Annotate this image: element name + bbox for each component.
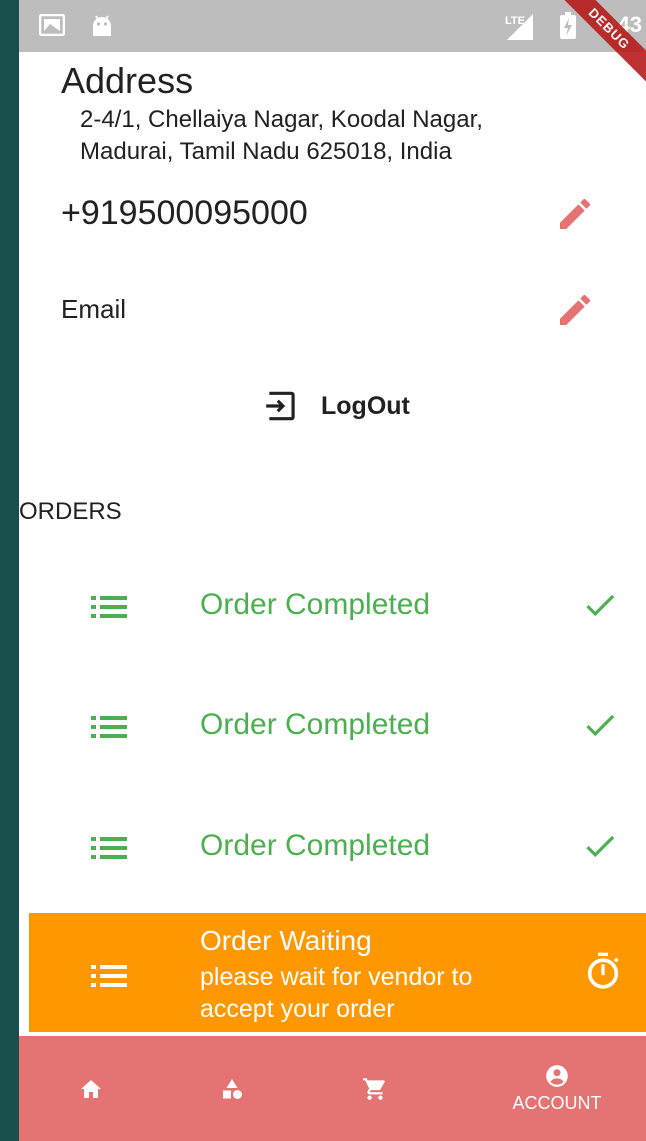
list-icon <box>91 712 127 747</box>
battery-charging-icon <box>559 12 577 45</box>
check-icon <box>581 586 619 629</box>
nav-home[interactable] <box>21 1036 161 1141</box>
bottom-navigation-bar: ACCOUNT <box>19 1036 646 1141</box>
edit-email-button[interactable] <box>555 290 595 330</box>
order-subtitle-line-1: please wait for vendor to <box>200 963 473 991</box>
logout-icon <box>266 391 295 421</box>
order-status: Order Completed <box>200 588 431 621</box>
order-status: Order Completed <box>200 708 431 741</box>
order-list-item[interactable]: Order Completed <box>29 795 646 905</box>
cart-icon <box>363 1077 385 1100</box>
list-icon <box>91 961 127 996</box>
address-line-2: Madurai, Tamil Nadu 625018, India <box>80 138 452 165</box>
edit-phone-button[interactable] <box>555 194 595 234</box>
category-icon <box>223 1078 242 1099</box>
order-status: Order Waiting <box>200 925 372 956</box>
nav-account-label: ACCOUNT <box>512 1093 602 1113</box>
nav-account[interactable]: ACCOUNT <box>487 1036 627 1141</box>
address-title: Address <box>61 60 194 101</box>
nav-categories[interactable] <box>162 1036 302 1141</box>
app-screen: LTE 6:43 DEBUG Address 2-4/1, Chellaiya … <box>19 0 646 1141</box>
order-status: Order Completed <box>200 829 431 862</box>
order-list-item-waiting[interactable]: Order Waiting please wait for vendor to … <box>29 913 646 1032</box>
home-icon <box>81 1079 101 1098</box>
timer-icon <box>583 951 623 996</box>
list-icon <box>91 833 127 868</box>
gallery-notification-icon <box>38 13 66 41</box>
android-notification-icon <box>91 14 113 43</box>
pencil-icon <box>560 294 591 325</box>
order-status-subtitle: please wait for vendor to accept your or… <box>200 961 540 1025</box>
account-icon <box>546 1065 568 1087</box>
address-line-1: 2-4/1, Chellaiya Nagar, Koodal Nagar, <box>80 106 483 133</box>
order-subtitle-line-2: accept your order <box>200 995 395 1023</box>
logout-button[interactable]: LogOut <box>263 387 410 425</box>
lte-signal-icon: LTE <box>503 12 537 47</box>
order-list-item[interactable]: Order Completed <box>29 554 646 664</box>
check-icon <box>581 706 619 749</box>
list-icon <box>91 592 127 627</box>
email-field: Email <box>61 294 127 324</box>
status-bar: LTE 6:43 DEBUG <box>19 0 646 90</box>
phone-number: +919500095000 <box>61 194 308 232</box>
orders-heading: ORDERS <box>19 498 122 525</box>
pencil-icon <box>560 198 591 229</box>
nav-cart[interactable] <box>305 1036 445 1141</box>
address-text: 2-4/1, Chellaiya Nagar, Koodal Nagar, Ma… <box>80 104 600 168</box>
check-icon <box>581 827 619 870</box>
network-label: LTE <box>505 15 525 27</box>
order-list-item[interactable]: Order Completed <box>29 674 646 784</box>
logout-label: LogOut <box>321 391 410 420</box>
